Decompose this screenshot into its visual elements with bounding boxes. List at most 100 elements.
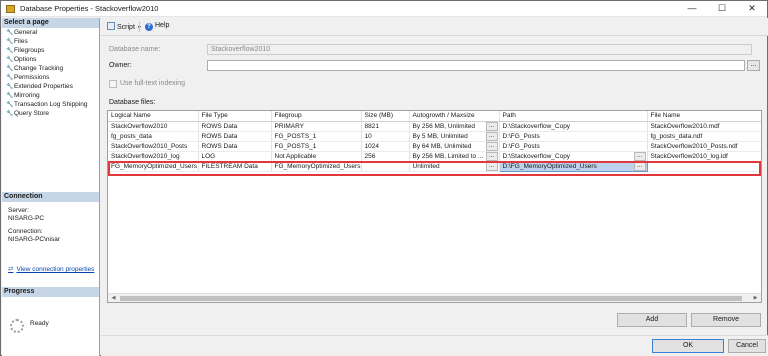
minimize-button[interactable]: —: [677, 1, 707, 17]
cell-file-type[interactable]: ROWS Data: [198, 121, 272, 132]
cancel-button[interactable]: Cancel: [728, 339, 766, 353]
cell-filegroup[interactable]: Not Applicable: [271, 151, 362, 162]
cell-path[interactable]: D:\Stackoverflow_Copy: [499, 121, 648, 132]
cell-path-selected[interactable]: D:\FG_MemoryOptimized_Users...: [498, 160, 648, 172]
path-browse-button[interactable]: ...: [633, 162, 646, 170]
view-connection-properties-link[interactable]: ⇄ View connection properties: [8, 265, 94, 273]
cell-path[interactable]: D:\Stackoverflow_Copy...: [499, 151, 648, 162]
cell-file-type[interactable]: ROWS Data: [198, 131, 272, 142]
column-header-logical-name[interactable]: Logical Name: [108, 111, 199, 122]
cell-logical-name[interactable]: FG_MemoryOptimized_Users: [108, 161, 199, 172]
help-icon: ?: [145, 23, 153, 31]
table-row-new-file[interactable]: FG_MemoryOptimized_Users FILESTREAM Data…: [108, 160, 761, 172]
cell-logical-name[interactable]: StackOverflow2010_log: [108, 151, 199, 162]
cell-filegroup[interactable]: FG_MemoryOptimized_Users: [271, 161, 362, 172]
server-value: NISARG-PC: [8, 215, 45, 222]
column-header-filegroup[interactable]: Filegroup: [271, 111, 362, 122]
script-button[interactable]: Script▼: [107, 22, 142, 31]
connection-value: NISARG-PC\nisar: [8, 236, 61, 243]
owner-field[interactable]: [207, 60, 745, 71]
cell-autogrowth[interactable]: By 256 MB, Unlimited...: [409, 121, 500, 132]
cell-autogrowth[interactable]: By 256 MB, Limited to ......: [409, 151, 500, 162]
cell-file-name[interactable]: StackOverflow2010.mdf: [647, 121, 761, 132]
cell-filegroup[interactable]: FG_POSTS_1: [271, 131, 362, 142]
column-header-file-type[interactable]: File Type: [198, 111, 272, 122]
page-item-mirroring[interactable]: 🔧Mirroring: [2, 91, 99, 100]
cell-size[interactable]: 1024: [361, 141, 410, 152]
cell-filegroup[interactable]: PRIMARY: [271, 121, 362, 132]
cell-logical-name[interactable]: StackOverflow2010: [108, 121, 199, 132]
ok-button[interactable]: OK: [652, 339, 724, 353]
scroll-left-icon[interactable]: ◀: [109, 294, 118, 303]
path-value: D:\FG_MemoryOptimized_Users: [502, 162, 597, 170]
table-row[interactable]: StackOverflow2010 ROWS Data PRIMARY 8821…: [108, 121, 761, 132]
table-row[interactable]: StackOverflow2010_log LOG Not Applicable…: [108, 151, 761, 162]
database-name-field: Stackoverflow2010: [207, 44, 752, 55]
page-item-extended-properties[interactable]: 🔧Extended Properties: [2, 82, 99, 91]
cell-logical-name[interactable]: fg_posts_data: [108, 131, 199, 142]
autogrowth-value: By 256 MB, Limited to ...: [412, 152, 484, 160]
page-item-transaction-log-shipping[interactable]: 🔧Transaction Log Shipping: [2, 100, 99, 109]
autogrowth-browse-button[interactable]: ...: [485, 161, 498, 170]
table-row[interactable]: StackOverflow2010_Posts ROWS Data FG_POS…: [108, 141, 761, 152]
maximize-button[interactable]: ☐: [707, 1, 737, 17]
owner-label: Owner:: [109, 62, 132, 69]
cell-logical-name[interactable]: StackOverflow2010_Posts: [108, 141, 199, 152]
database-files-label: Database files:: [109, 99, 156, 106]
page-item-label: Change Tracking: [14, 65, 64, 72]
scroll-right-icon[interactable]: ▶: [751, 294, 760, 303]
autogrowth-value: By 5 MB, Unlimited: [412, 132, 468, 140]
page-item-files[interactable]: 🔧Files: [2, 37, 99, 46]
database-files-grid[interactable]: Logical Name File Type Filegroup Size (M…: [107, 110, 762, 303]
cell-file-name[interactable]: StackOverflow2010_log.ldf: [647, 151, 761, 162]
page-item-label: Options: [14, 56, 37, 63]
page-item-permissions[interactable]: 🔧Permissions: [2, 73, 99, 82]
cell-path[interactable]: D:\FG_Posts: [499, 141, 648, 152]
owner-browse-button[interactable]: ...: [747, 60, 760, 71]
cell-size[interactable]: [361, 161, 410, 172]
autogrowth-value: By 256 MB, Unlimited: [412, 122, 476, 130]
cell-autogrowth[interactable]: By 5 MB, Unlimited...: [409, 131, 500, 142]
server-label: Server:: [8, 207, 29, 214]
path-browse-button[interactable]: ...: [633, 151, 646, 160]
page-item-query-store[interactable]: 🔧Query Store: [2, 109, 99, 118]
select-page-header: Select a page: [2, 18, 99, 28]
page-item-change-tracking[interactable]: 🔧Change Tracking: [2, 64, 99, 73]
cell-file-type[interactable]: FILESTREAM Data: [198, 161, 272, 172]
close-button[interactable]: ✕: [737, 1, 767, 17]
table-row[interactable]: fg_posts_data ROWS Data FG_POSTS_1 10 By…: [108, 131, 761, 142]
cell-file-type[interactable]: LOG: [198, 151, 272, 162]
remove-button[interactable]: Remove: [691, 313, 761, 327]
help-button[interactable]: ? Help: [145, 22, 169, 31]
cell-autogrowth[interactable]: Unlimited...: [409, 161, 500, 172]
autogrowth-browse-button[interactable]: ...: [485, 131, 498, 140]
page-item-general[interactable]: 🔧General: [2, 28, 99, 37]
cell-file-name[interactable]: fg_posts_data.ndf: [647, 131, 761, 142]
page-item-label: Files: [14, 38, 28, 45]
page-item-options[interactable]: 🔧Options: [2, 55, 99, 64]
connection-header: Connection: [2, 192, 99, 202]
add-button[interactable]: Add: [617, 313, 687, 327]
horizontal-scrollbar[interactable]: ◀ ▶: [108, 293, 761, 302]
cell-filegroup[interactable]: FG_POSTS_1: [271, 141, 362, 152]
cell-size[interactable]: 8821: [361, 121, 410, 132]
column-header-file-name[interactable]: File Name: [647, 111, 761, 122]
view-connection-properties-label: View connection properties: [16, 266, 95, 273]
cell-file-name[interactable]: [647, 161, 761, 172]
page-item-label: Extended Properties: [14, 83, 73, 90]
column-header-path[interactable]: Path: [499, 111, 648, 122]
autogrowth-browse-button[interactable]: ...: [485, 141, 498, 150]
autogrowth-browse-button[interactable]: ...: [485, 151, 498, 160]
page-item-filegroups[interactable]: 🔧Filegroups: [2, 46, 99, 55]
cell-file-name[interactable]: StackOverflow2010_Posts.ndf: [647, 141, 761, 152]
column-header-size[interactable]: Size (MB): [361, 111, 410, 122]
scrollbar-thumb[interactable]: [120, 296, 742, 301]
cell-file-type[interactable]: ROWS Data: [198, 141, 272, 152]
cell-autogrowth[interactable]: By 64 MB, Unlimited...: [409, 141, 500, 152]
autogrowth-browse-button[interactable]: ...: [485, 121, 498, 130]
page-item-label: Query Store: [14, 110, 50, 117]
cell-size[interactable]: 10: [361, 131, 410, 142]
cell-path[interactable]: D:\FG_Posts: [499, 131, 648, 142]
column-header-autogrowth[interactable]: Autogrowth / Maxsize: [409, 111, 500, 122]
cell-size[interactable]: 256: [361, 151, 410, 162]
